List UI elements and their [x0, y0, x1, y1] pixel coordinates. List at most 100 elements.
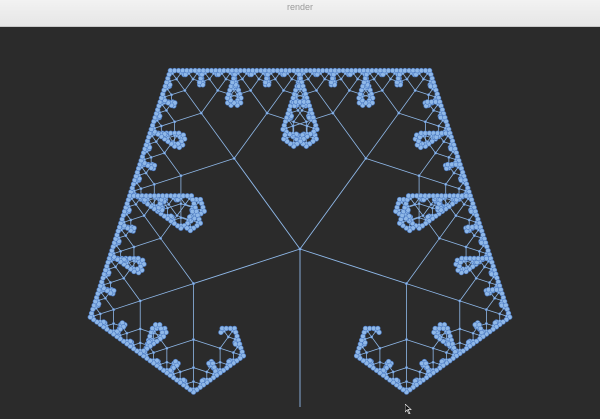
tree-node [393, 71, 397, 75]
tree-node [443, 126, 447, 130]
tree-edge [123, 277, 141, 302]
tree-node [290, 77, 294, 81]
tree-edge [176, 78, 186, 91]
tree-edge [153, 347, 168, 353]
tree-node [439, 335, 443, 339]
tree-node [144, 171, 148, 175]
tree-node [462, 259, 466, 263]
tree-node [476, 228, 480, 232]
tree-edge [459, 328, 474, 334]
tree-node [491, 324, 495, 328]
tree-node [365, 79, 369, 83]
tree-node [149, 155, 153, 159]
tree-node [447, 155, 451, 159]
tree-node [300, 108, 304, 112]
tree-node [167, 202, 171, 206]
tree-node [179, 71, 183, 75]
tree-node [401, 71, 405, 75]
tree-node [235, 100, 239, 104]
tree-edge [316, 90, 334, 114]
tree-node [192, 212, 196, 216]
tree-edge [379, 339, 407, 349]
tree-node [437, 124, 441, 128]
tree-node [195, 220, 199, 224]
tree-node [311, 136, 315, 140]
tree-node [419, 142, 423, 146]
tree-edge [439, 215, 457, 239]
tree-node [165, 346, 169, 350]
tree-node [231, 351, 235, 355]
tree-node [385, 362, 389, 366]
tree-node [484, 322, 488, 326]
tree-edge [165, 110, 176, 123]
tree-node [452, 171, 456, 175]
tree-node [190, 204, 194, 208]
tree-edge [233, 112, 268, 159]
tree-node [477, 249, 481, 253]
tree-node [431, 87, 435, 91]
tree-node [158, 333, 162, 337]
tree-edge [115, 266, 125, 279]
tree-node [150, 202, 154, 206]
tree-edge [406, 339, 434, 349]
tree-node [294, 71, 298, 75]
tree-node [365, 358, 369, 362]
tree-node [404, 212, 408, 216]
tree-node [183, 202, 187, 206]
tree-node [435, 329, 439, 333]
tree-edge [133, 237, 161, 248]
tree-node [109, 259, 113, 263]
tree-node [273, 77, 277, 81]
tree-node [422, 364, 426, 368]
tree-node [367, 93, 371, 97]
tree-node [291, 124, 295, 128]
tree-node [169, 93, 173, 97]
title-bar[interactable]: render [0, 0, 600, 27]
tree-node [470, 259, 474, 263]
tree-node [158, 111, 162, 115]
tree-node [179, 136, 183, 140]
tree-node [112, 329, 116, 333]
tree-node [164, 108, 168, 112]
tree-node [152, 331, 156, 335]
tree-node [458, 299, 462, 303]
tree-node [494, 283, 498, 287]
tree-node [277, 71, 281, 75]
tree-node [145, 353, 149, 357]
tree-node [107, 267, 111, 271]
tree-edge [130, 215, 145, 221]
tree-node [152, 358, 156, 362]
tree-node [173, 134, 177, 138]
tree-node [205, 377, 209, 381]
tree-edge [459, 277, 477, 302]
tree-node [411, 382, 415, 386]
tree-node [163, 197, 167, 201]
render-canvas[interactable] [0, 27, 600, 407]
tree-node [230, 329, 234, 333]
tree-node [498, 312, 502, 316]
tree-node [335, 71, 339, 75]
tree-node [178, 377, 182, 381]
tree-edge [171, 90, 186, 96]
tree-node [282, 88, 286, 92]
tree-node [464, 343, 468, 347]
tree-node [198, 382, 202, 386]
tree-edge [184, 78, 194, 91]
tree-node [442, 140, 446, 144]
tree-node [429, 202, 433, 206]
fractal-tree-graph [87, 67, 513, 407]
tree-edge [219, 347, 234, 353]
tree-node [150, 134, 154, 138]
tree-edge [250, 78, 260, 91]
tree-node [298, 247, 302, 251]
tree-node [92, 314, 96, 318]
tree-node [191, 380, 195, 384]
tree-node [425, 197, 429, 201]
tree-node [199, 208, 203, 212]
tree-node [289, 111, 293, 115]
tree-node [166, 213, 170, 217]
tree-node [179, 216, 183, 220]
tree-node [358, 353, 362, 357]
tree-node [464, 245, 468, 249]
tree-node [397, 208, 401, 212]
